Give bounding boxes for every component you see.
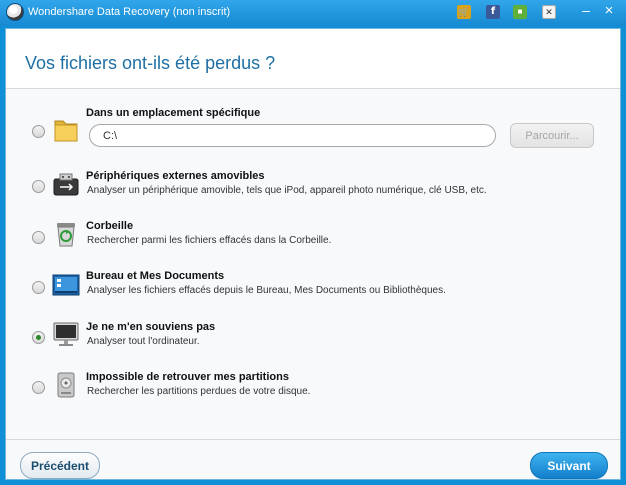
hard-disk-icon (57, 372, 75, 398)
option-lost-partitions[interactable]: Impossible de retrouver mes partitions R… (6, 366, 620, 410)
option-description: Rechercher parmi les fichiers effacés da… (87, 235, 332, 246)
page-title: Vos fichiers ont-ils été perdus ? (25, 53, 276, 73)
radio-recycle-bin[interactable] (32, 231, 45, 244)
cart-icon[interactable]: 🛒 (457, 5, 471, 19)
previous-button[interactable]: Précédent (20, 452, 100, 479)
app-logo-icon (6, 3, 24, 21)
option-description: Analyser un périphérique amovible, tels … (87, 185, 487, 196)
option-recycle-bin[interactable]: Corbeille Rechercher parmi les fichiers … (6, 216, 620, 260)
usb-drive-icon (53, 173, 79, 196)
option-desktop-documents[interactable]: Bureau et Mes Documents Analyser les fic… (6, 266, 620, 310)
page-header: Vos fichiers ont-ils été perdus ? (6, 29, 620, 89)
option-description: Rechercher les partitions perdues de vot… (87, 386, 311, 397)
option-title: Périphériques externes amovibles (86, 170, 265, 182)
radio-desktop-documents[interactable] (32, 281, 45, 294)
chat-icon[interactable]: ■ (513, 5, 527, 19)
option-removable-devices[interactable]: Périphériques externes amovibles Analyse… (6, 165, 620, 209)
next-button[interactable]: Suivant (530, 452, 608, 479)
radio-specific-location[interactable] (32, 125, 45, 138)
radio-removable-devices[interactable] (32, 180, 45, 193)
browse-button[interactable]: Parcourir... (510, 123, 594, 148)
desktop-icon (52, 274, 80, 296)
window-title: Wondershare Data Recovery (non inscrit) (28, 6, 231, 18)
option-title: Impossible de retrouver mes partitions (86, 371, 289, 383)
radio-dont-remember[interactable] (32, 331, 45, 344)
option-description: Analyser les fichiers effacés depuis le … (87, 285, 446, 296)
facebook-icon[interactable]: f (486, 5, 500, 19)
radio-lost-partitions[interactable] (32, 381, 45, 394)
footer-bar: Précédent Suivant (6, 439, 620, 479)
close-button[interactable]: × (601, 2, 617, 20)
minimize-button[interactable]: – (578, 3, 594, 19)
option-title: Bureau et Mes Documents (86, 270, 225, 282)
option-dont-remember[interactable]: Je ne m'en souviens pas Analyser tout l'… (6, 316, 620, 360)
path-input[interactable] (89, 124, 496, 147)
minimize-to-tray-icon[interactable]: ✕ (542, 5, 556, 19)
recycle-bin-icon (57, 223, 75, 247)
option-description: Analyser tout l'ordinateur. (87, 336, 200, 347)
folder-icon (54, 120, 78, 142)
main-panel: Vos fichiers ont-ils été perdus ? Dans u… (5, 28, 621, 480)
option-title: Dans un emplacement spécifique (86, 107, 261, 119)
option-title: Corbeille (86, 220, 134, 232)
title-bar: Wondershare Data Recovery (non inscrit) … (0, 0, 626, 26)
option-title: Je ne m'en souviens pas (86, 321, 216, 333)
monitor-icon (53, 322, 79, 346)
